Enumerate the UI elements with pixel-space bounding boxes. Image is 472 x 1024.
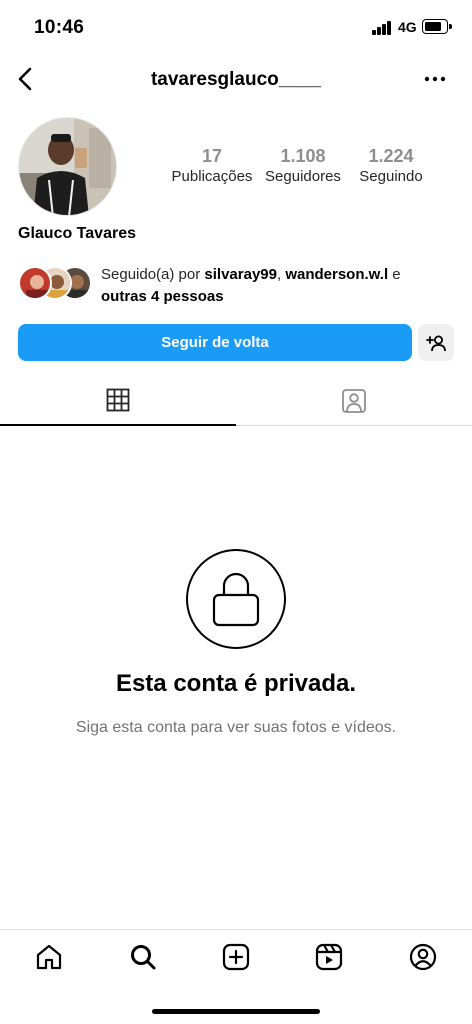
stat-label: Seguindo — [359, 168, 423, 185]
nav-profile[interactable] — [408, 942, 438, 972]
status-bar: 10:46 4G — [0, 0, 472, 58]
stat-following[interactable]: 1.224 Seguindo — [346, 145, 436, 189]
private-lock-badge — [186, 549, 286, 649]
signal-icon — [372, 21, 394, 35]
stat-followers[interactable]: 1.108 Seguidores — [260, 145, 346, 189]
stat-posts[interactable]: 17 Publicações — [164, 145, 260, 189]
home-icon — [36, 944, 62, 970]
create-icon — [222, 943, 250, 971]
private-account-subtitle: Siga esta conta para ver suas fotos e ví… — [75, 719, 397, 736]
profile-icon — [409, 943, 437, 971]
lock-icon — [212, 572, 260, 627]
battery-icon — [422, 19, 452, 34]
home-indicator[interactable] — [152, 1009, 320, 1014]
status-time: 10:46 — [34, 17, 85, 38]
add-person-icon — [426, 335, 446, 351]
private-account-title: Esta conta é privada. — [115, 670, 357, 697]
stat-value: 1.224 — [368, 146, 414, 166]
followed-by-text[interactable]: Seguido(a) por silvaray99, wanderson.w.l… — [101, 264, 441, 308]
profile-full-name: Glauco Tavares — [18, 225, 136, 242]
nav-reels[interactable] — [314, 942, 344, 972]
stat-label: Seguidores — [265, 168, 341, 185]
followed-by-prefix: Seguido(a) por — [101, 266, 205, 283]
mutual-user-link[interactable]: silvaray99 — [204, 266, 277, 283]
bottom-nav — [0, 929, 472, 987]
tab-tagged[interactable] — [236, 376, 472, 426]
mutual-user-link[interactable]: wanderson.w.l — [285, 266, 388, 283]
grid-icon — [106, 388, 130, 412]
nav-create[interactable] — [221, 942, 251, 972]
profile-tabs — [0, 376, 472, 426]
profile-avatar[interactable] — [18, 117, 117, 216]
top-nav: tavaresglauco____ — [0, 58, 472, 104]
stat-label: Publicações — [171, 168, 253, 185]
tab-posts[interactable] — [0, 376, 236, 426]
search-icon — [131, 945, 156, 970]
stat-value: 17 — [201, 146, 223, 166]
network-type: 4G — [398, 19, 417, 35]
profile-stats: 17 Publicações 1.108 Seguidores 1.224 Se… — [164, 145, 440, 189]
stat-value: 1.108 — [280, 146, 326, 166]
mutual-followers-avatars[interactable] — [18, 266, 94, 302]
profile-username: tavaresglauco____ — [150, 69, 322, 90]
nav-search[interactable] — [128, 942, 158, 972]
mutual-others-link[interactable]: outras 4 pessoas — [101, 288, 224, 305]
conjunction: e — [388, 266, 401, 283]
mutual-avatar — [18, 266, 52, 300]
reels-icon — [315, 943, 343, 971]
follow-back-button[interactable]: Seguir de volta — [18, 324, 412, 361]
nav-home[interactable] — [34, 942, 64, 972]
more-options-button[interactable] — [420, 64, 450, 94]
profile-photo — [19, 118, 116, 215]
more-horizontal-icon — [424, 76, 446, 82]
suggested-accounts-button[interactable] — [418, 324, 454, 361]
tagged-icon — [342, 389, 366, 413]
